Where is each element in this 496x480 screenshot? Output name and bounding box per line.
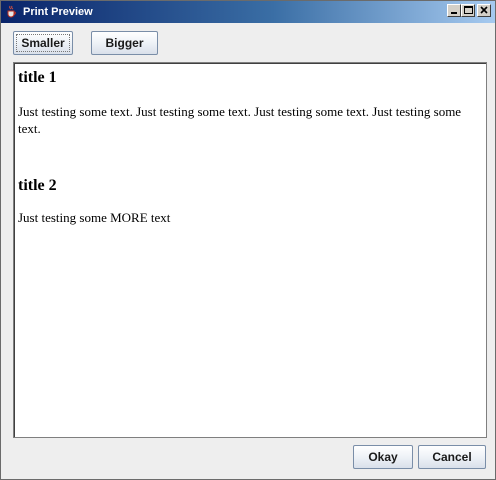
cancel-button[interactable]: Cancel [418,445,486,469]
maximize-icon [464,6,473,14]
close-button[interactable] [477,4,491,17]
minimize-button[interactable] [447,4,461,17]
okay-button[interactable]: Okay [353,445,413,469]
section-body: Just testing some text. Just testing som… [18,104,462,136]
close-icon [480,6,488,14]
window-title: Print Preview [23,6,93,18]
maximize-button[interactable] [461,4,475,17]
section-title: title 2 [18,177,57,194]
print-preview-window: Print Preview Smaller Bigger title 1 Jus… [0,0,496,480]
bigger-button[interactable]: Bigger [91,31,158,55]
java-cup-icon [5,5,18,18]
title-bar[interactable]: Print Preview [1,1,495,23]
section-title: title 1 [18,69,57,86]
preview-pane[interactable]: title 1 Just testing some text. Just tes… [13,62,487,438]
section-body: Just testing some MORE text [18,210,171,225]
minimize-icon [451,12,457,14]
smaller-button[interactable]: Smaller [13,31,73,55]
